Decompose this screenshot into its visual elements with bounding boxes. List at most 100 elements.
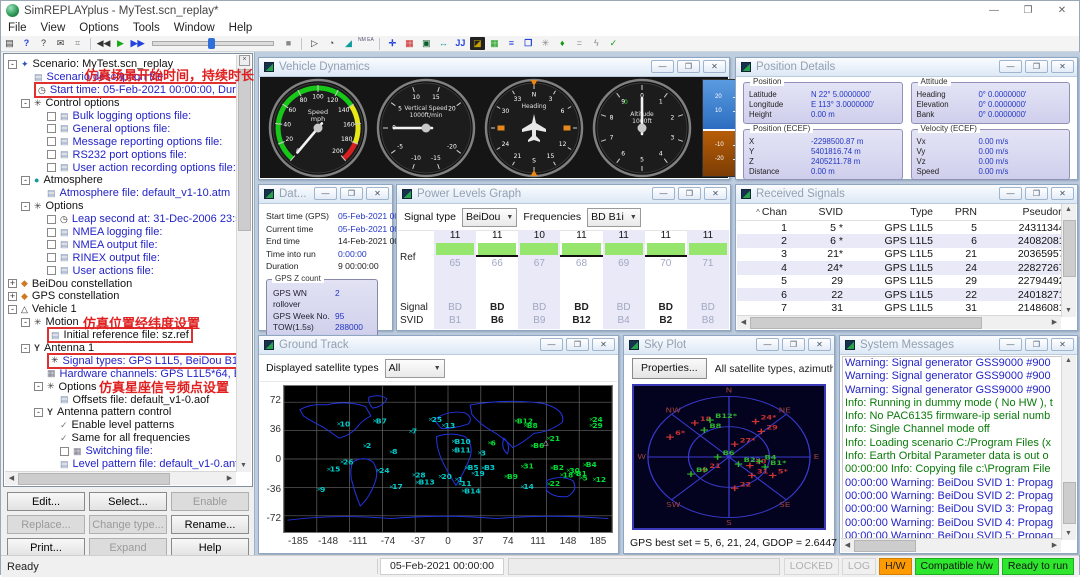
panel-title-bar[interactable]: Sky Plot —❐✕ [624, 336, 834, 355]
check-icon[interactable]: ✓ [606, 37, 621, 50]
print-icon[interactable]: ▤ [2, 37, 17, 50]
messages-horizontal-scrollbar[interactable]: ◀ ▶ [841, 538, 1061, 552]
collapse-icon[interactable]: - [21, 202, 30, 211]
tree-item[interactable]: ▦Hardware channels: GPS L1L5*64, BD B1iB… [6, 367, 236, 380]
panel-title-bar[interactable]: Ground Track —❐✕ [259, 336, 618, 355]
table-row[interactable]: 26 *GPS L1L5624082081.710 [737, 234, 1062, 247]
scroll-left-icon[interactable]: ◀ [737, 317, 750, 329]
collapse-icon[interactable]: - [8, 305, 17, 314]
minimize-button[interactable]: — [540, 338, 563, 351]
tree-item[interactable]: ▤Bulk logging options file: [6, 110, 236, 123]
collapse-icon[interactable]: - [21, 344, 30, 353]
vehicle-dynamics-icon[interactable]: JJ [453, 37, 468, 50]
fast-forward-button[interactable]: ▶▶ [130, 37, 145, 50]
scroll-right-icon[interactable]: ▶ [1048, 540, 1061, 552]
scroll-thumb[interactable] [854, 540, 916, 552]
satellite-types-select[interactable]: All▼ [385, 359, 445, 378]
scroll-up-icon[interactable]: ▲ [1062, 355, 1075, 367]
minimize-button[interactable]: — [651, 60, 674, 73]
table-row[interactable]: 529GPS L1L52922794492.950 [737, 275, 1062, 288]
table-vertical-scrollbar[interactable]: ▲ ▼ [1061, 204, 1076, 317]
menu-view[interactable]: View [34, 22, 73, 34]
collapse-icon[interactable]: - [34, 408, 43, 417]
spectrum-icon[interactable]: ↔ [436, 37, 451, 50]
close-button[interactable]: ✕ [592, 338, 615, 351]
close-button[interactable]: ✕ [1051, 338, 1074, 351]
tree-item[interactable]: ▤User actions file: [6, 264, 236, 277]
collapse-icon[interactable]: - [8, 60, 17, 69]
minimize-button[interactable]: — [999, 60, 1022, 73]
menu-file[interactable]: File [1, 22, 34, 34]
help-icon[interactable]: ? [19, 37, 34, 50]
maximize-button[interactable]: ❐ [677, 60, 700, 73]
scroll-down-icon[interactable]: ▼ [1062, 528, 1075, 540]
close-button[interactable]: ✕ [366, 187, 389, 200]
maximize-button[interactable]: ❐ [340, 187, 363, 200]
collapse-icon[interactable]: - [21, 318, 30, 327]
minimize-button[interactable]: — [314, 187, 337, 200]
checkbox[interactable] [47, 240, 56, 249]
tree-item[interactable]: ✓Enable level patterns [6, 419, 236, 432]
scroll-down-icon[interactable]: ▼ [237, 460, 250, 472]
minimize-button[interactable]: — [756, 338, 779, 351]
tree-item[interactable]: +◆BeiDou constellation [6, 277, 236, 290]
scroll-thumb[interactable] [238, 69, 251, 231]
table-row[interactable]: 622GPS L1L52224018271.641 [737, 288, 1062, 301]
scroll-thumb[interactable] [1063, 482, 1076, 524]
panel-title-bar[interactable]: System Messages —❐✕ [840, 336, 1077, 355]
properties-button[interactable]: Properties... [632, 358, 707, 379]
tree-item[interactable]: ◷Start time: 05-Feb-2021 00:00:00, Durat… [6, 84, 236, 97]
table-row[interactable]: 731GPS L1L53121486081.928 [737, 301, 1062, 314]
menu-tools[interactable]: Tools [126, 22, 167, 34]
maximize-button[interactable]: ❐ [566, 338, 589, 351]
minimize-button[interactable]: — [999, 338, 1022, 351]
scroll-right-icon[interactable]: ▶ [1048, 317, 1061, 329]
scroll-thumb[interactable] [18, 473, 170, 485]
close-button[interactable]: ✕ [1045, 1, 1079, 20]
message-window-icon[interactable]: ✉ [53, 37, 68, 50]
frequencies-select[interactable]: BD B1i▼ [587, 208, 641, 227]
tree-item[interactable]: ◷Leap second at: 31-Dec-2006 23:59:59 [6, 213, 236, 226]
marker-icon[interactable]: ♦ [555, 37, 570, 50]
table-horizontal-scrollbar[interactable]: ◀ ▶ [737, 315, 1061, 329]
column-header[interactable]: SVID [795, 206, 851, 218]
pane-close-icon[interactable]: × [239, 55, 250, 66]
messages-vertical-scrollbar[interactable]: ▲ ▼ [1061, 355, 1076, 540]
close-button[interactable]: ✕ [1051, 60, 1074, 73]
maximize-button[interactable]: ❐ [782, 338, 805, 351]
panel-title-bar[interactable]: Vehicle Dynamics —❐✕ [259, 58, 729, 77]
bolt-icon[interactable]: ϟ [589, 37, 604, 50]
speed-slider[interactable] [152, 41, 274, 46]
expand-icon[interactable]: + [8, 279, 17, 288]
scroll-down-icon[interactable]: ▼ [1062, 305, 1075, 317]
power-levels-icon[interactable]: ▦ [402, 37, 417, 50]
checkbox[interactable] [47, 150, 56, 159]
tree-item[interactable]: -●Atmosphere [6, 174, 236, 187]
scroll-thumb[interactable] [1063, 220, 1076, 277]
clock-icon[interactable]: ◔ [324, 37, 339, 50]
checkbox[interactable] [60, 447, 69, 456]
messages-icon[interactable]: ≡ [504, 37, 519, 50]
column-header[interactable]: Pseudorange [985, 206, 1062, 218]
tree-item[interactable]: -✳Options [6, 380, 236, 393]
tree-vertical-scrollbar[interactable]: ▲ ▼ [236, 55, 251, 472]
collapse-icon[interactable]: - [34, 382, 43, 391]
tree-item[interactable]: ▤RINEX output file: [6, 251, 236, 264]
snowflake-icon[interactable]: ✳ [538, 37, 553, 50]
minimize-button[interactable]: — [652, 187, 675, 200]
tree-item[interactable]: ▤RS232 port options file: [6, 148, 236, 161]
checkbox[interactable] [47, 266, 56, 275]
collapse-icon[interactable]: - [21, 176, 30, 185]
maximize-button[interactable]: ❐ [678, 187, 701, 200]
tree-item[interactable]: -✳Control options [6, 97, 236, 110]
tree-item[interactable]: ✳Signal types: GPS L1L5, BeiDou B1iB1c [6, 354, 236, 367]
tree-item[interactable]: ▤Atmosphere file: default_v1-10.atm [6, 187, 236, 200]
tree-item[interactable]: +◆GPS constellation [6, 290, 236, 303]
checkbox[interactable] [47, 112, 56, 121]
select-button[interactable]: Select... [89, 492, 167, 511]
tree-item[interactable]: ▤NMEA logging file: [6, 226, 236, 239]
trigger-icon[interactable]: ▷ [307, 37, 322, 50]
play-button[interactable]: ▶ [113, 37, 128, 50]
rename-button[interactable]: Rename... [171, 515, 249, 534]
tree-item[interactable]: ▤General options file: [6, 122, 236, 135]
